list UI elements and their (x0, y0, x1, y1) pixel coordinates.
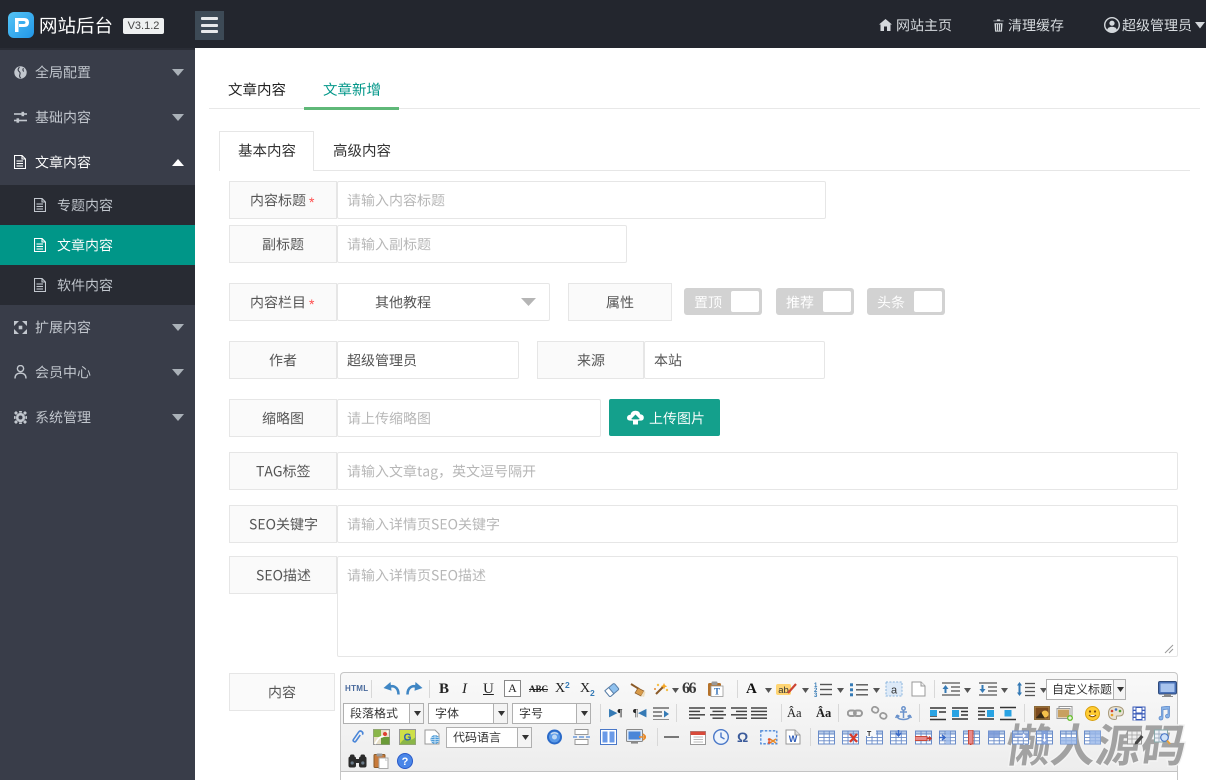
svg-text:W: W (789, 734, 798, 744)
svg-text:T: T (714, 687, 720, 697)
svg-text:G: G (404, 733, 412, 744)
svg-text:ab: ab (778, 685, 789, 696)
svg-text:a: a (891, 685, 898, 697)
svg-text:T: T (867, 731, 872, 738)
svg-text:3: 3 (814, 693, 818, 697)
svg-text:?: ? (402, 756, 409, 768)
